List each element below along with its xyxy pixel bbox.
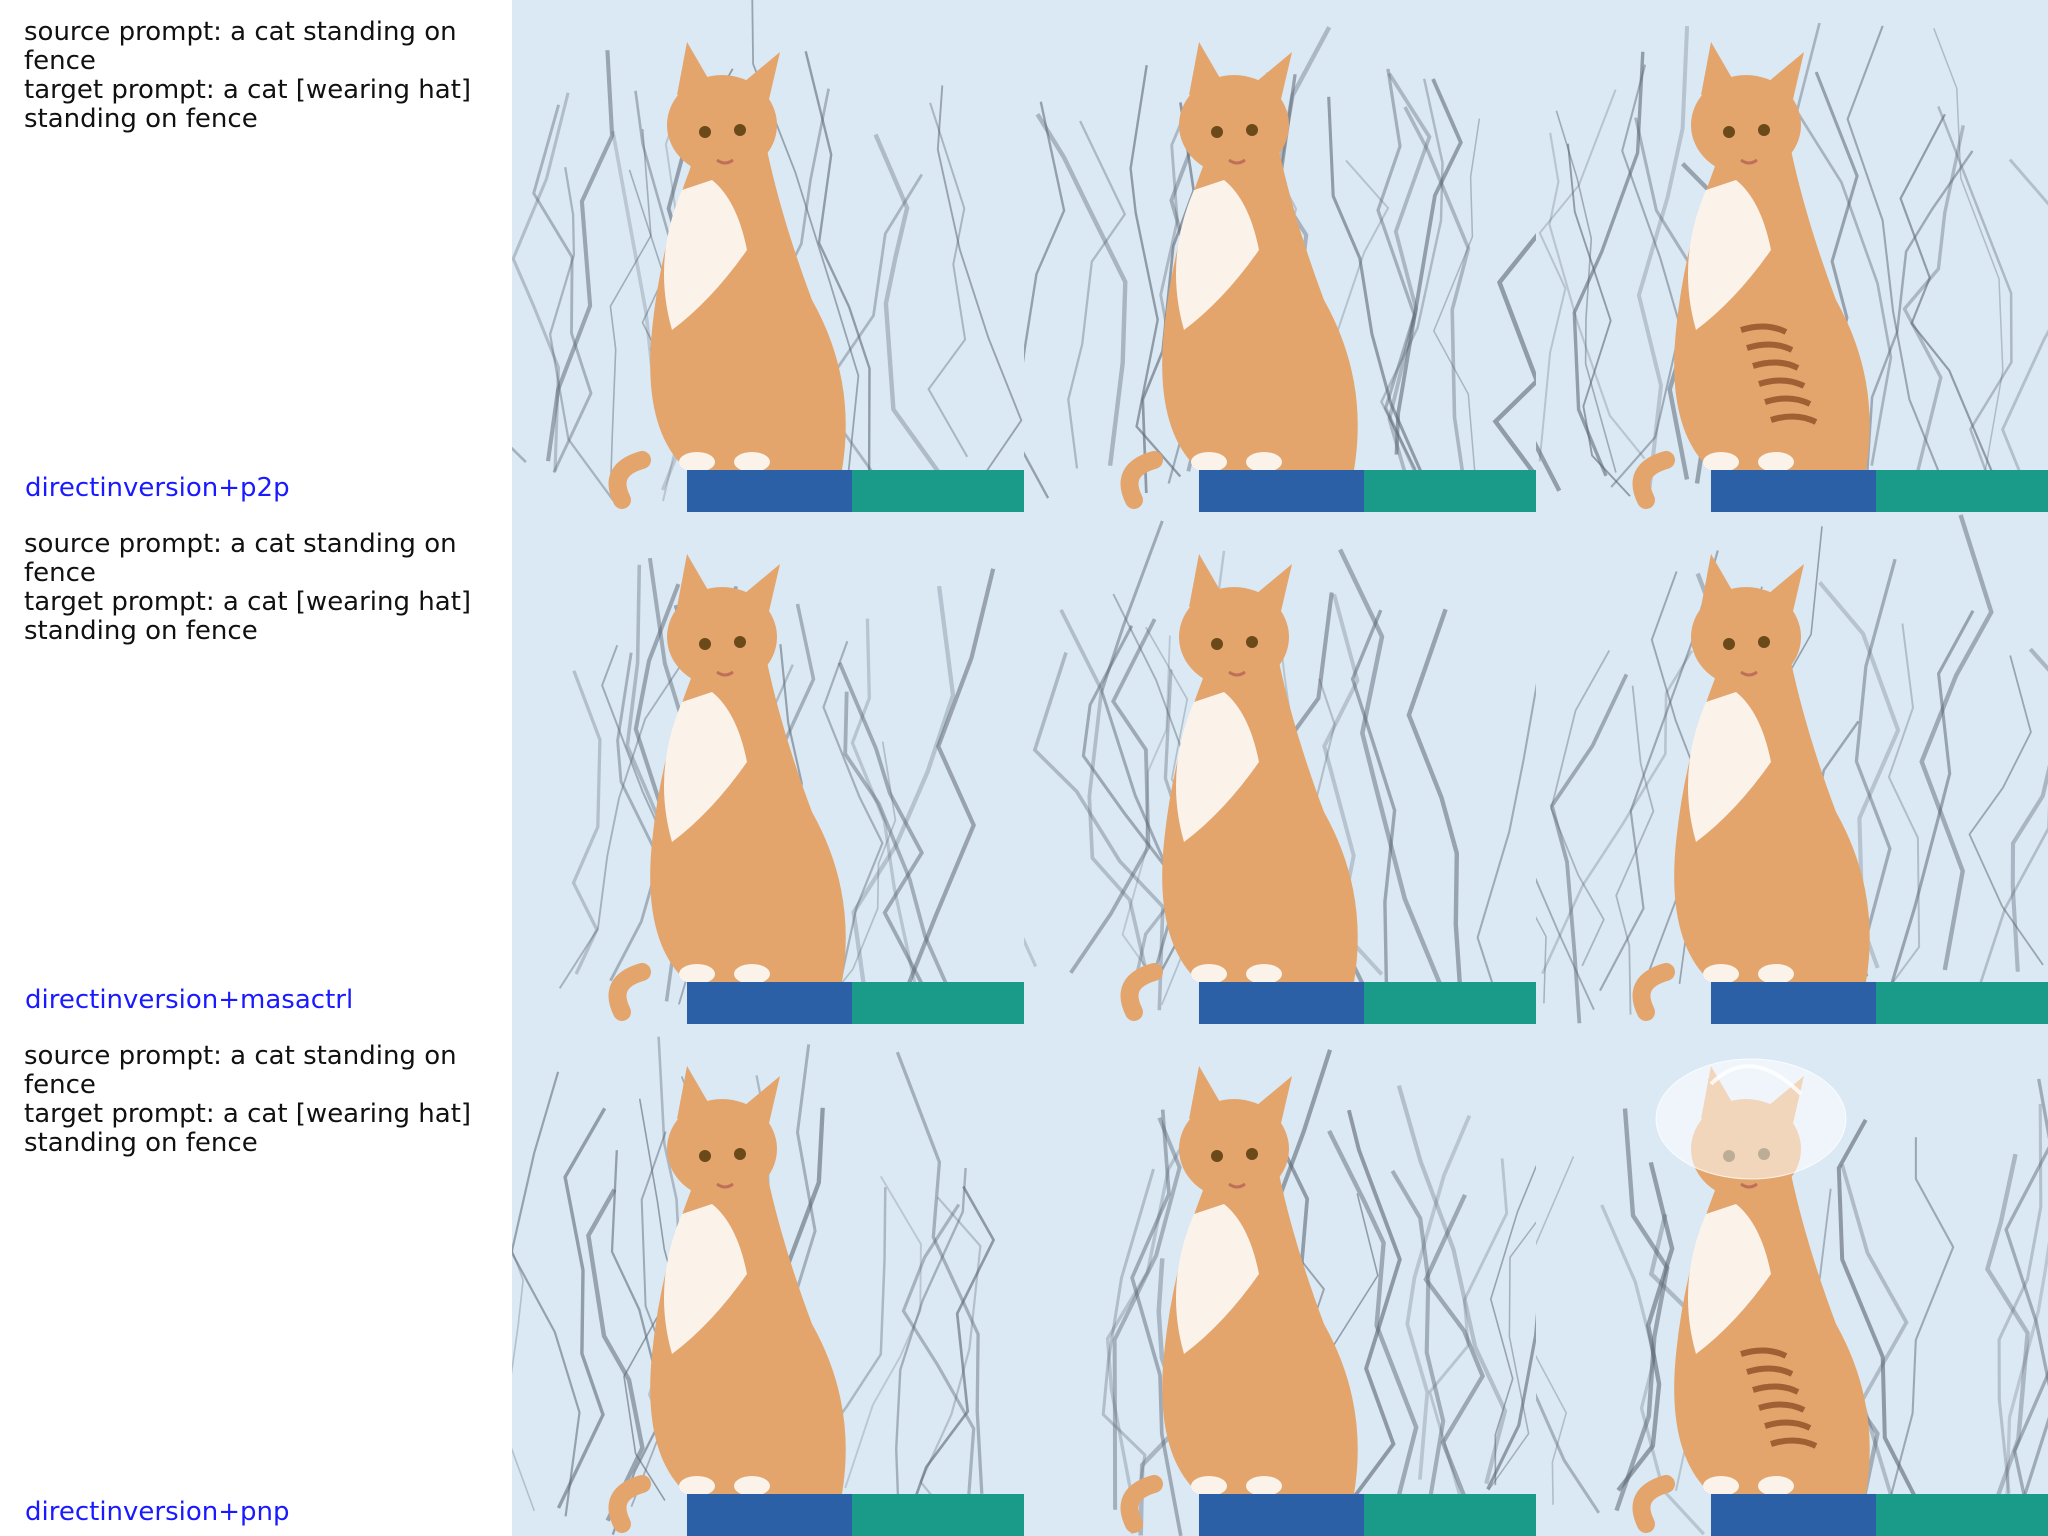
comparison-grid: source prompt: a cat standing on fence t… <box>0 0 2048 1536</box>
result-row: source prompt: a cat standing on fence t… <box>0 512 2048 1024</box>
method-label: directinversion+pnp <box>25 1497 290 1527</box>
image-panel-source <box>512 0 1024 512</box>
cat-on-fence-image <box>1536 0 2048 512</box>
image-panel-edited <box>1536 0 2048 512</box>
prompt-block: source prompt: a cat standing on fence t… <box>24 1042 494 1158</box>
target-prompt: target prompt: a cat [wearing hat] stand… <box>24 75 472 134</box>
result-row: source prompt: a cat standing on fence t… <box>0 1024 2048 1536</box>
image-panel-edited <box>1536 512 2048 1024</box>
image-panel-edited <box>1536 1024 2048 1536</box>
prompt-block: source prompt: a cat standing on fence t… <box>24 530 494 646</box>
method-label: directinversion+p2p <box>25 473 290 503</box>
cat-on-fence-image <box>1536 512 2048 1024</box>
target-prompt: target prompt: a cat [wearing hat] stand… <box>24 1099 472 1158</box>
image-panel-source <box>512 1024 1024 1536</box>
prompt-block: source prompt: a cat standing on fence t… <box>24 18 494 134</box>
cat-on-fence-image <box>1024 1024 1536 1536</box>
label-cell: source prompt: a cat standing on fence t… <box>0 512 512 1024</box>
cat-on-fence-image <box>512 0 1024 512</box>
label-cell: source prompt: a cat standing on fence t… <box>0 1024 512 1536</box>
image-panel-reconstruction <box>1024 512 1536 1024</box>
label-cell: source prompt: a cat standing on fence t… <box>0 0 512 512</box>
cat-on-fence-image <box>1024 0 1536 512</box>
cat-on-fence-image <box>1536 1024 2048 1536</box>
target-prompt: target prompt: a cat [wearing hat] stand… <box>24 587 472 646</box>
cat-on-fence-image <box>1024 512 1536 1024</box>
result-row: source prompt: a cat standing on fence t… <box>0 0 2048 512</box>
source-prompt: source prompt: a cat standing on fence <box>24 529 457 588</box>
image-panel-source <box>512 512 1024 1024</box>
image-panel-reconstruction <box>1024 1024 1536 1536</box>
source-prompt: source prompt: a cat standing on fence <box>24 17 457 76</box>
image-panel-reconstruction <box>1024 0 1536 512</box>
cat-on-fence-image <box>512 1024 1024 1536</box>
method-label: directinversion+masactrl <box>25 985 354 1015</box>
cat-on-fence-image <box>512 512 1024 1024</box>
source-prompt: source prompt: a cat standing on fence <box>24 1041 457 1100</box>
